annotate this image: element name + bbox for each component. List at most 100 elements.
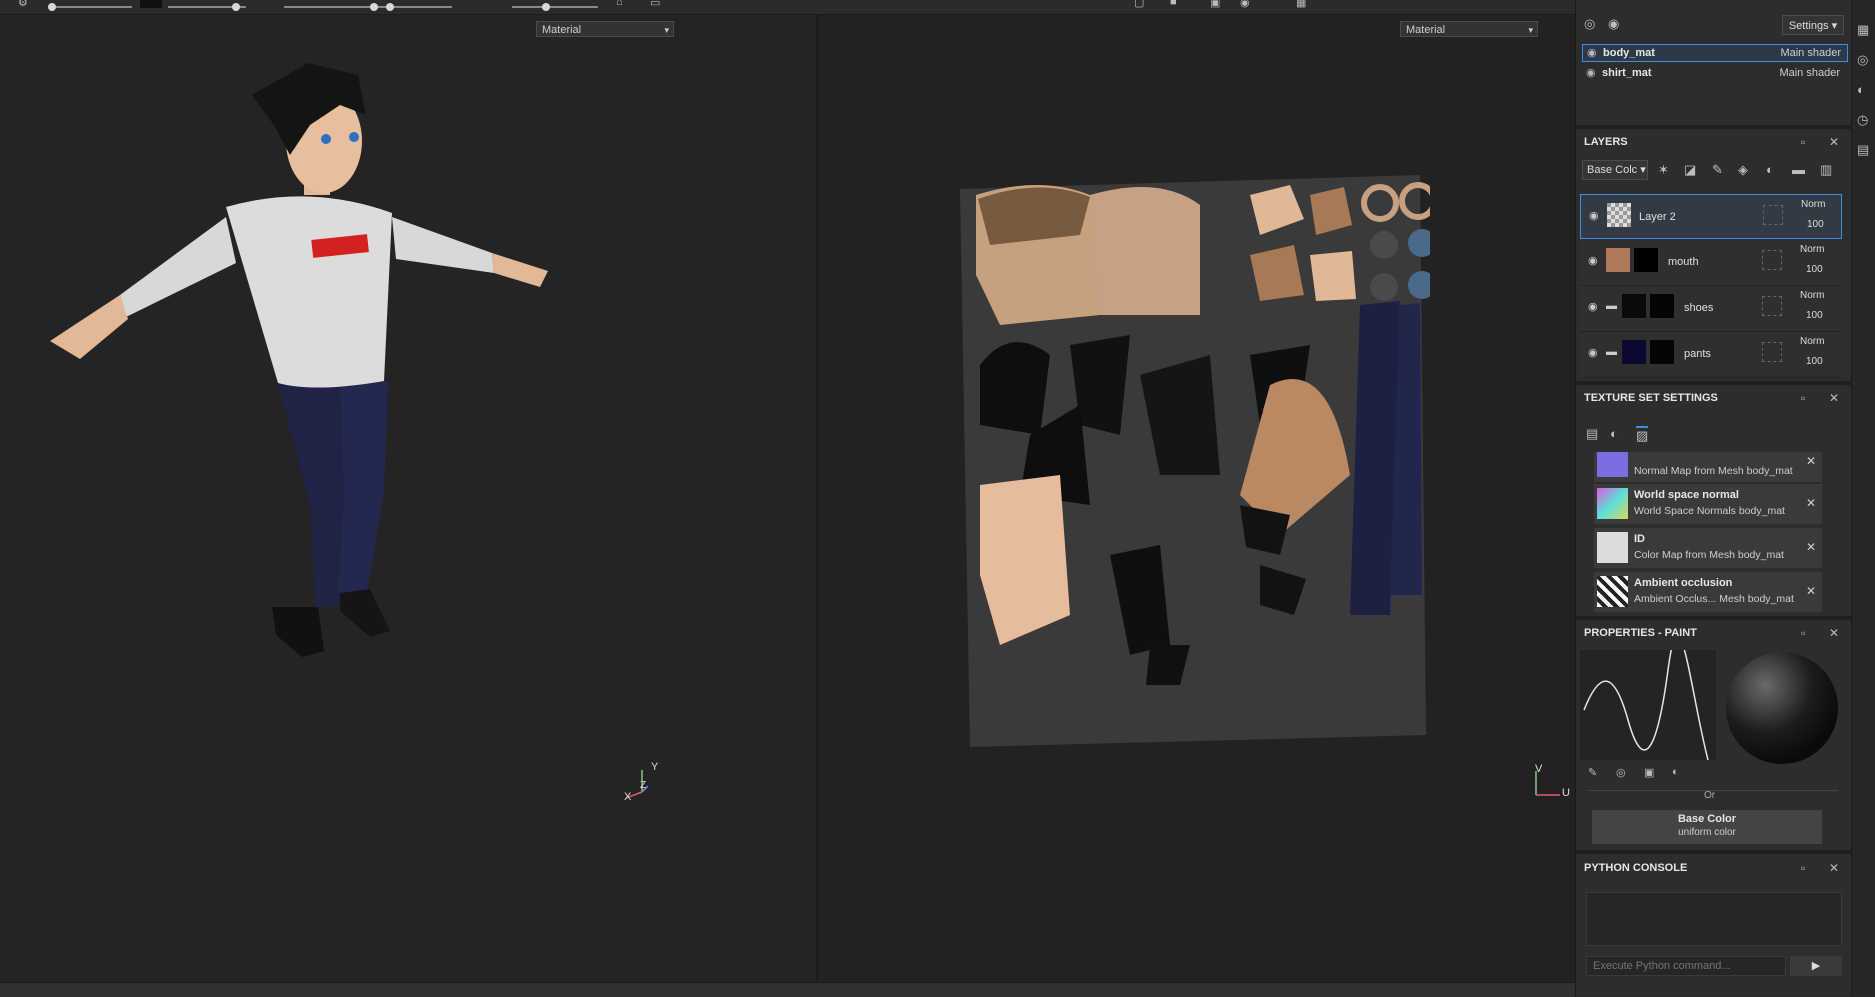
layer-blend-mode[interactable]: Norm: [1800, 336, 1824, 347]
shader-tab-icon[interactable]: ◐: [1610, 426, 1618, 441]
settings-button[interactable]: Settings ▾: [1782, 15, 1844, 35]
visibility-eye-icon[interactable]: ◉: [1588, 346, 1598, 359]
layer-row-pants[interactable]: ◉ ▬ pants Norm 100: [1580, 332, 1842, 378]
display-settings-icon[interactable]: ◎: [1857, 52, 1868, 68]
uv-hand: [1310, 251, 1356, 301]
viewport-2d-material-select[interactable]: Material ▾: [1400, 21, 1538, 37]
close-icon[interactable]: ✕: [1806, 540, 1816, 554]
opacity-slider[interactable]: [284, 6, 452, 8]
shirt-torso: [226, 196, 392, 388]
alpha-icon[interactable]: ◎: [1616, 766, 1626, 779]
smart-material-icon[interactable]: ◐: [1766, 162, 1774, 177]
base-color-label: Base Color: [1677, 813, 1737, 825]
layer-blend-mode[interactable]: Norm: [1800, 290, 1824, 301]
texture-set-item[interactable]: ◉ shirt_mat Main shader: [1582, 65, 1846, 81]
texture-set-shader: Main shader: [1779, 67, 1840, 79]
display-icon[interactable]: ■: [1170, 0, 1177, 8]
visibility-eye-icon[interactable]: ◉: [1588, 254, 1598, 267]
layer-row-mouth[interactable]: ◉ mouth Norm 100: [1580, 240, 1842, 286]
layer-name: mouth: [1668, 256, 1699, 268]
grid-icon[interactable]: ▦: [1857, 22, 1869, 38]
layer-blend-mode[interactable]: Norm: [1801, 199, 1825, 210]
brush-icon[interactable]: ✎: [1588, 766, 1597, 779]
layer-opacity[interactable]: 100: [1806, 356, 1823, 367]
character-model[interactable]: [40, 45, 580, 685]
slider-handle[interactable]: [48, 3, 56, 11]
run-button[interactable]: ▶: [1790, 956, 1842, 976]
trash-icon[interactable]: ▥: [1820, 162, 1832, 178]
material-select-label: Material: [542, 24, 582, 36]
base-color-button[interactable]: Base Color uniform color: [1592, 810, 1822, 844]
baked-map-item[interactable]: World space normal World Space Normals b…: [1594, 484, 1822, 524]
mask-slot[interactable]: [1762, 296, 1782, 316]
effects-icon[interactable]: ✶: [1658, 162, 1669, 178]
visibility-eye-icon[interactable]: ◉: [1586, 65, 1596, 81]
undock-icon[interactable]: ▫: [1801, 386, 1805, 410]
viewport-3d-material-select[interactable]: Material ▾: [536, 21, 674, 37]
viewport-3d[interactable]: Material ▾ Y X Z: [0, 15, 818, 982]
close-icon[interactable]: ✕: [1829, 621, 1839, 645]
visibility-eye-icon[interactable]: ◉: [1587, 45, 1597, 61]
layer-mask-thumbnail: [1634, 248, 1658, 272]
character-right-leg: [338, 381, 388, 597]
layer-row-shoes[interactable]: ◉ ▬ shoes Norm 100: [1580, 286, 1842, 332]
texture-set-name: body_mat: [1603, 47, 1655, 59]
slider-handle[interactable]: [542, 3, 550, 11]
mask-slot[interactable]: [1762, 250, 1782, 270]
folder-icon[interactable]: ▬: [1792, 162, 1805, 177]
texture-set-item[interactable]: ◉ body_mat Main shader: [1582, 44, 1848, 62]
undock-icon[interactable]: ▫: [1801, 856, 1805, 880]
fill-layer-icon[interactable]: ◈: [1738, 162, 1748, 178]
uv-texture-sheet[interactable]: [960, 175, 1430, 747]
spacing-slider[interactable]: [512, 6, 598, 8]
layer-name: shoes: [1684, 302, 1714, 314]
mask-icon[interactable]: ◪: [1684, 162, 1696, 178]
texture-set-tab-icon[interactable]: ▤: [1586, 426, 1598, 442]
color-swatch[interactable]: [140, 0, 162, 8]
slider-handle[interactable]: [370, 3, 378, 11]
channel-select[interactable]: Base Colc ▾: [1582, 160, 1648, 180]
undock-icon[interactable]: ▫: [1801, 621, 1805, 645]
layer-opacity[interactable]: 100: [1806, 310, 1823, 321]
shader-settings-icon[interactable]: ◐: [1857, 82, 1865, 97]
close-icon[interactable]: ✕: [1806, 454, 1816, 468]
slider-handle[interactable]: [232, 3, 240, 11]
render-icon[interactable]: ◉: [1240, 0, 1250, 9]
visibility-eye-icon[interactable]: ◉: [1588, 300, 1598, 313]
brush-size-slider[interactable]: [50, 6, 132, 8]
close-icon[interactable]: ✕: [1806, 584, 1816, 598]
slider-handle[interactable]: [386, 3, 394, 11]
viewport-2d[interactable]: Material ▾ V U: [818, 15, 1575, 982]
close-icon[interactable]: ✕: [1829, 856, 1839, 880]
material-icon[interactable]: ◐: [1672, 766, 1679, 778]
bake-tab-icon[interactable]: ▨: [1636, 426, 1649, 444]
screenshot-icon[interactable]: ▦: [1296, 0, 1306, 9]
log-icon[interactable]: ▤: [1857, 142, 1869, 158]
mask-slot[interactable]: [1762, 342, 1782, 362]
layer-opacity[interactable]: 100: [1806, 264, 1823, 275]
stencil-icon[interactable]: ▣: [1644, 766, 1654, 779]
baked-map-item[interactable]: Normal Map from Mesh body_mat ✕: [1594, 452, 1822, 482]
baked-map-item[interactable]: ID Color Map from Mesh body_mat ✕: [1594, 528, 1822, 568]
close-icon[interactable]: ✕: [1806, 496, 1816, 510]
eye-icon[interactable]: ◎: [1584, 16, 1595, 32]
tool-icon[interactable]: ⚙︎: [18, 0, 28, 9]
layer-row-layer-2[interactable]: ◉ Layer 2 Norm 100: [1580, 194, 1842, 239]
python-command-input[interactable]: [1586, 956, 1786, 976]
camera-icon[interactable]: ▭: [650, 0, 660, 9]
eye-icon[interactable]: ◉: [1608, 16, 1619, 32]
layout-icon[interactable]: ▣: [1210, 0, 1220, 9]
symmetry-icon[interactable]: ⌂: [616, 0, 623, 8]
paint-layer-icon[interactable]: ✎: [1712, 162, 1723, 178]
visibility-eye-icon[interactable]: ◉: [1589, 209, 1599, 222]
baked-map-item[interactable]: Ambient occlusion Ambient Occlus... Mesh…: [1594, 572, 1822, 612]
layers-title: LAYERS: [1584, 136, 1628, 148]
mask-slot[interactable]: [1763, 205, 1783, 225]
layer-blend-mode[interactable]: Norm: [1800, 244, 1824, 255]
close-icon[interactable]: ✕: [1829, 130, 1839, 154]
undock-icon[interactable]: ▫: [1801, 130, 1805, 154]
history-icon[interactable]: ◷: [1857, 112, 1868, 128]
view-icon[interactable]: ▢: [1134, 0, 1144, 9]
close-icon[interactable]: ✕: [1829, 386, 1839, 410]
layer-opacity[interactable]: 100: [1807, 219, 1824, 230]
